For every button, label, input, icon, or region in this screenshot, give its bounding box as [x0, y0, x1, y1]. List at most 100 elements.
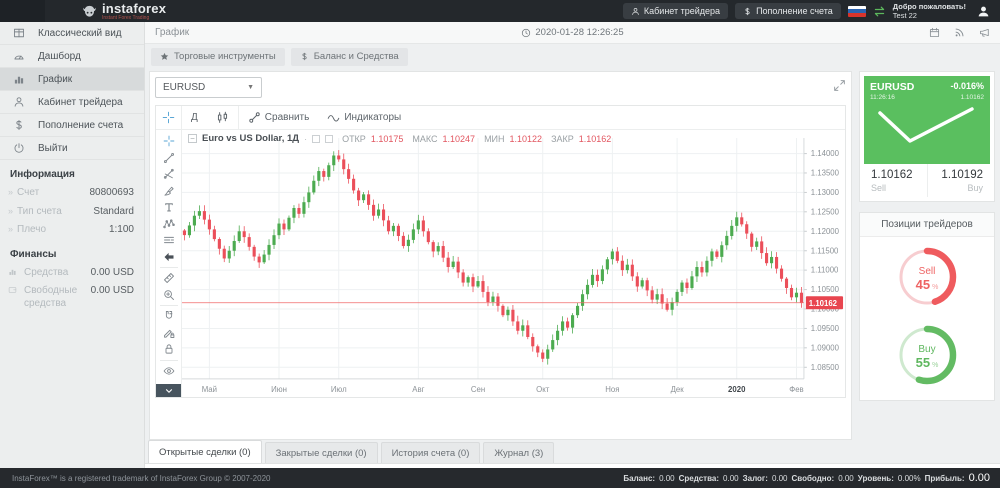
info-value: 0.00 USD [91, 285, 134, 296]
legend-box-icon-2[interactable] [325, 135, 333, 143]
stat-label: Средства: [679, 474, 719, 483]
rss-icon[interactable] [954, 27, 965, 38]
info-label: Плечо [17, 224, 109, 237]
crosshair-tool-button[interactable] [156, 133, 181, 150]
trader-cabinet-button[interactable]: Кабинет трейдера [623, 3, 728, 19]
balance-funds-button[interactable]: Баланс и Средства [291, 48, 408, 66]
indicators-button[interactable]: Индикаторы [318, 106, 410, 129]
tab-3[interactable]: Журнал (3) [483, 442, 554, 463]
tab-1[interactable]: Закрытые сделки (0) [265, 442, 378, 463]
stat-label: Баланс: [623, 474, 655, 483]
legend-collapse-icon[interactable]: − [188, 134, 197, 143]
forecast-tool-button[interactable] [156, 232, 181, 249]
arrow-mark-tool-button[interactable] [156, 249, 181, 266]
top-header: instaforex Instant Forex Trading Кабинет… [0, 0, 1000, 22]
lock-tool-button[interactable] [156, 341, 181, 358]
open-value: 1.10175 [371, 134, 404, 144]
text-tool-button[interactable] [156, 199, 181, 216]
trend-line-tool-button[interactable] [156, 150, 181, 167]
sidebar-item-5[interactable]: Выйти [0, 137, 144, 160]
compare-button[interactable]: Сравнить [239, 106, 319, 129]
sell-quote-button[interactable]: 1.10162 Sell [864, 164, 927, 197]
info-value: 80800693 [90, 187, 135, 198]
info-value: 1:100 [109, 224, 134, 235]
info-label: Свободные средства [24, 285, 91, 310]
stat-value: 0.00% [898, 474, 921, 483]
sidebar-info-row: »Тип счетаStandard [0, 203, 144, 222]
sidebar-item-0[interactable]: Классический вид [0, 22, 144, 45]
svg-text:Июн: Июн [271, 385, 287, 394]
sidebar-item-1[interactable]: Дашборд [0, 45, 144, 68]
stat-label: Залог: [743, 474, 768, 483]
tab-2[interactable]: История счета (0) [381, 442, 481, 463]
trading-instruments-button[interactable]: Торговые инструменты [151, 48, 285, 66]
magnet-icon [163, 310, 175, 322]
language-flag-russian[interactable] [848, 6, 866, 17]
sidebar-item-4[interactable]: Пополнение счета [0, 114, 144, 137]
open-label: ОТКР [342, 134, 366, 144]
lock-icon [163, 343, 175, 355]
zoom-in-icon [163, 289, 175, 301]
swap-accounts-button[interactable] [873, 5, 886, 18]
indicators-label: Индикаторы [344, 112, 401, 123]
svg-text:Авг: Авг [412, 385, 424, 394]
svg-text:1.09500: 1.09500 [811, 324, 840, 333]
sidebar-item-2[interactable]: График [0, 68, 144, 91]
svg-text:1.12500: 1.12500 [811, 207, 840, 216]
sidebar: Классический вид Дашборд График Кабинет тре… [0, 22, 145, 468]
deposit-button[interactable]: Пополнение счета [735, 3, 841, 19]
fib-lines-tool-button[interactable] [156, 166, 181, 183]
toolbar-collapse-button[interactable] [156, 384, 181, 397]
sidebar-info-row: Средства0.00 USD [0, 264, 144, 283]
legend-box-icon-1[interactable] [312, 135, 320, 143]
magnet-tool-button[interactable] [156, 308, 181, 325]
star-icon [160, 52, 169, 61]
eye-tool-button[interactable] [156, 363, 181, 380]
svg-text:Ноя: Ноя [605, 385, 619, 394]
sidebar-item-label: Дашборд [38, 51, 81, 62]
text-icon [163, 201, 175, 213]
zoom-in-tool-button[interactable] [156, 287, 181, 304]
drawing-lock-tool-button[interactable] [156, 325, 181, 342]
candlestick-chart[interactable]: 1.140001.135001.130001.125001.120001.115… [182, 130, 845, 397]
chart-style-button[interactable] [207, 106, 238, 129]
datetime-text: 2020-01-28 12:26:25 [535, 27, 623, 38]
fib-lines-icon [163, 168, 175, 180]
legend-title: Euro vs US Dollar, 1Д [202, 133, 299, 144]
svg-text:Май: Май [202, 385, 217, 394]
buy-price: 1.10192 [935, 169, 984, 181]
gauge-icon [0, 50, 38, 62]
user-avatar-button[interactable] [977, 5, 990, 18]
arrow-mark-icon [163, 251, 175, 263]
hamburger-menu-button[interactable] [0, 0, 45, 22]
xabcd-pattern-tool-button[interactable] [156, 216, 181, 233]
sidebar-item-3[interactable]: Кабинет трейдера [0, 91, 144, 114]
chevron-down-icon: ▼ [247, 84, 254, 91]
sidebar-item-label: Классический вид [38, 28, 122, 39]
quote-card[interactable]: EURUSD -0.016% 11:26:16 1.10162 [859, 71, 995, 202]
svg-text:1.12000: 1.12000 [811, 227, 840, 236]
crosshair-tool-button[interactable] [156, 106, 182, 129]
crosshair-icon [162, 111, 175, 124]
chart-widget: Д Сравнить Индикаторы [155, 105, 846, 398]
announcement-icon[interactable] [979, 27, 990, 38]
chevrons-icon: » [8, 206, 13, 216]
svg-text:1.11000: 1.11000 [811, 266, 839, 275]
trading-instruments-label: Торговые инструменты [174, 51, 276, 62]
ruler-tool-button[interactable] [156, 270, 181, 287]
deposit-label: Пополнение счета [756, 6, 833, 16]
chart-plot-area[interactable]: 1.140001.135001.130001.125001.120001.115… [182, 130, 845, 397]
buy-quote-button[interactable]: 1.10192 Buy [927, 164, 991, 197]
timeframe-button[interactable]: Д [182, 106, 207, 129]
symbol-select[interactable]: EURUSD ▼ [155, 77, 262, 98]
sidebar-info-title: Информация [0, 160, 144, 184]
drawing-lock-icon [163, 327, 175, 339]
fullscreen-button[interactable] [833, 79, 846, 92]
svg-text:1.13500: 1.13500 [811, 168, 840, 177]
sidebar-item-label: График [38, 74, 72, 85]
calendar-icon[interactable] [929, 27, 940, 38]
dollar-icon [300, 52, 309, 61]
quote-symbol: EURUSD [870, 81, 914, 93]
brush-tool-button[interactable] [156, 183, 181, 200]
tab-0[interactable]: Открытые сделки (0) [148, 440, 262, 463]
